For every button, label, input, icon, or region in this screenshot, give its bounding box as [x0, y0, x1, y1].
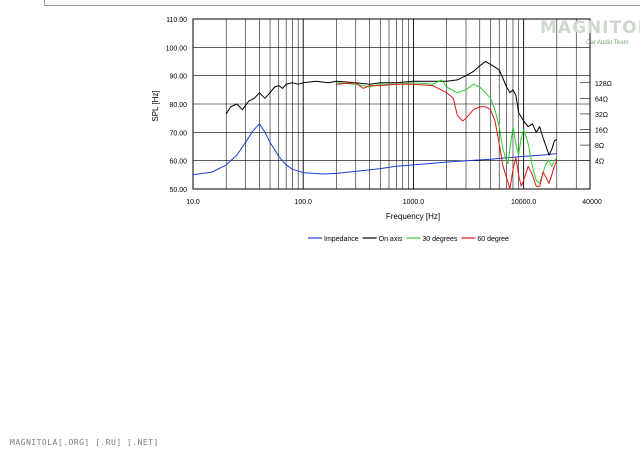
y2-tick-label: 32Ω	[595, 112, 608, 119]
y-tick-label: 110.00	[166, 17, 187, 24]
y-tick-label: 90.00	[169, 74, 187, 81]
y2-tick-label: 64Ω	[595, 96, 608, 103]
legend: Impedance On axis 30 degrees 60 degree	[308, 236, 509, 243]
x-tick-label: 40000	[582, 199, 602, 206]
y-tick-label: 100.00	[166, 45, 188, 52]
y2-tick-label: 8Ω	[595, 143, 604, 150]
y-tick-label: 70.00	[169, 130, 187, 137]
y2-tick-label: 4Ω	[595, 159, 604, 166]
y-tick-label: 50.00	[169, 187, 187, 194]
y-tick-label: 80.00	[169, 102, 187, 109]
footer-text: MAGNITOLA[.ORG] [.RU] [.NET]	[10, 438, 159, 447]
legend-label: On axis	[379, 236, 403, 243]
y2-tick-label: 128Ω	[595, 81, 612, 88]
y-tick-label: 60.00	[169, 159, 187, 166]
frequency-response-chart: 110.00 100.00 90.00 80.00 70.00 60.00 50.00 12…	[151, 17, 612, 243]
y2-tick-labels: 128Ω 64Ω 32Ω 16Ω 8Ω 4Ω	[595, 81, 612, 166]
legend-label: 60 degree	[477, 236, 509, 243]
legend-label: Impedance	[324, 236, 359, 243]
y2-tick-label: 16Ω	[595, 128, 608, 135]
watermark-logo: MAGNITOLA	[540, 18, 640, 38]
x-tick-label: 1000.0	[403, 199, 425, 206]
x-tick-label: 10000.0	[511, 199, 536, 206]
x-tick-labels: 10.0 100.0 1000.0 10000.0 40000	[186, 199, 602, 206]
y-tick-labels: 110.00 100.00 90.00 80.00 70.00 60.00 50.00	[166, 17, 188, 194]
x-axis-label: Frequency [Hz]	[386, 212, 440, 221]
y-axis-label: SPL [Hz]	[151, 90, 160, 121]
x-tick-label: 10.0	[186, 199, 200, 206]
legend-label: 30 degrees	[422, 236, 458, 243]
watermark-subtext: Car Audio Team	[586, 40, 629, 46]
x-tick-label: 100.0	[294, 199, 312, 206]
